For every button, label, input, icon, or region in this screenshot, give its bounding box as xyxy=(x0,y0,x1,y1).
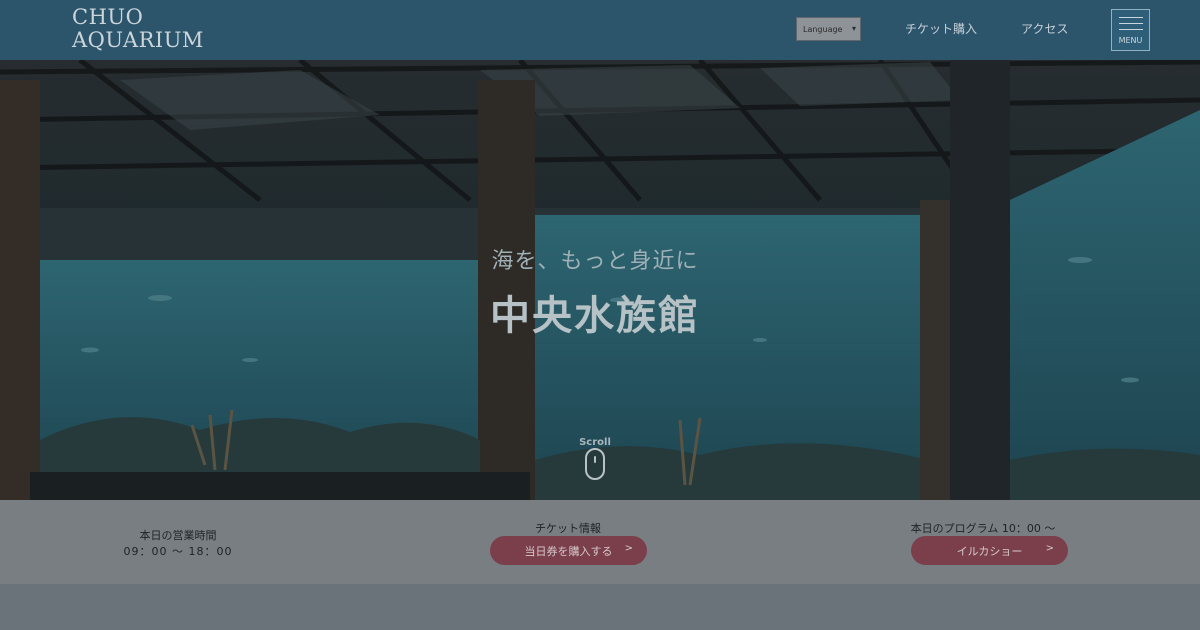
nav-link-access[interactable]: アクセス xyxy=(1021,20,1068,37)
menu-label: MENU xyxy=(1118,36,1143,45)
language-select[interactable]: Language ▾ xyxy=(796,17,861,41)
program-button[interactable]: イルカショー > xyxy=(911,536,1068,565)
hero-tagline: 海を、もっと身近に xyxy=(491,249,699,274)
logo-line-2: AQUARIUM xyxy=(72,28,204,52)
scroll-label: Scroll xyxy=(579,437,611,448)
mouse-wheel xyxy=(594,456,596,463)
chevron-right-icon: > xyxy=(1045,543,1054,554)
menu-button[interactable]: MENU xyxy=(1111,9,1150,51)
nav-link-tickets[interactable]: チケット購入 xyxy=(905,20,977,37)
logo[interactable]: CHUO AQUARIUM xyxy=(72,6,204,52)
ticket-label: チケット情報 xyxy=(535,522,601,535)
hamburger-icon-bar xyxy=(1119,29,1143,30)
program-button-label: イルカショー xyxy=(956,544,1023,558)
aquarium-hall-image xyxy=(0,60,1200,500)
hamburger-icon-bar xyxy=(1119,23,1143,24)
logo-line-1: CHUO xyxy=(72,5,144,29)
hero: 海を、もっと身近に 中央水族館 Scroll xyxy=(0,60,1200,500)
chevron-right-icon: > xyxy=(624,543,633,554)
hamburger-icon xyxy=(1119,17,1143,18)
language-select-value: Language xyxy=(803,24,843,34)
buy-ticket-label: 当日券を購入する xyxy=(524,544,613,558)
buy-ticket-button[interactable]: 当日券を購入する > xyxy=(490,536,647,565)
hero-title: 中央水族館 xyxy=(490,293,700,339)
site-header: CHUO AQUARIUM Language ▾ チケット購入 アクセス MEN… xyxy=(0,0,1200,60)
bottom-band xyxy=(0,584,1200,630)
hours-value: 09：00 〜 18：00 xyxy=(123,545,233,558)
mouse-scroll-icon[interactable] xyxy=(585,448,605,480)
chevron-down-icon: ▾ xyxy=(851,24,856,33)
program-label: 本日のプログラム 10：00 〜 xyxy=(910,522,1056,535)
hours-label: 本日の営業時間 xyxy=(139,529,217,542)
